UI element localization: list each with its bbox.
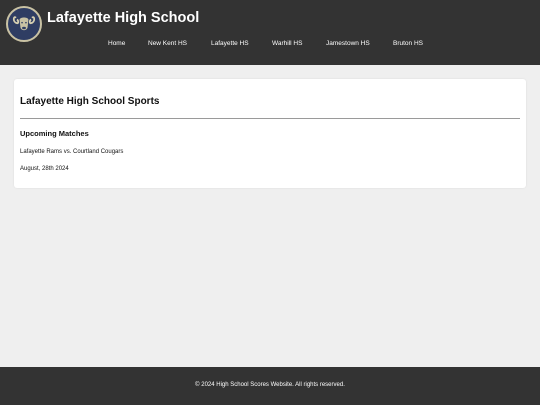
site-footer: © 2024 High School Scores Website. All r… bbox=[0, 367, 540, 405]
nav-link-home[interactable]: Home bbox=[108, 40, 125, 47]
match-date: August, 28th 2024 bbox=[20, 166, 69, 172]
nav-link-new-kent-hs[interactable]: New Kent HS bbox=[148, 40, 187, 47]
divider bbox=[20, 118, 520, 119]
nav-link-jamestown-hs[interactable]: Jamestown HS bbox=[326, 40, 370, 47]
nav-link-warhill-hs[interactable]: Warhill HS bbox=[272, 40, 302, 47]
nav-link-lafayette-hs[interactable]: Lafayette HS bbox=[211, 40, 249, 47]
main-nav: Home New Kent HS Lafayette HS Warhill HS… bbox=[0, 40, 540, 52]
ram-logo-icon[interactable] bbox=[6, 6, 42, 42]
content-card: Lafayette High School Sports Upcoming Ma… bbox=[14, 79, 526, 188]
match-teams: Lafayette Rams vs. Courtland Cougars bbox=[20, 149, 124, 155]
copyright-text: © 2024 High School Scores Website. All r… bbox=[195, 382, 345, 388]
ram-logo-graphic bbox=[9, 9, 39, 39]
page-title: Lafayette High School Sports bbox=[20, 96, 160, 107]
site-header: Lafayette High School Home New Kent HS L… bbox=[0, 0, 540, 65]
upcoming-matches-heading: Upcoming Matches bbox=[20, 129, 89, 138]
nav-link-bruton-hs[interactable]: Bruton HS bbox=[393, 40, 423, 47]
site-title: Lafayette High School bbox=[47, 10, 200, 26]
